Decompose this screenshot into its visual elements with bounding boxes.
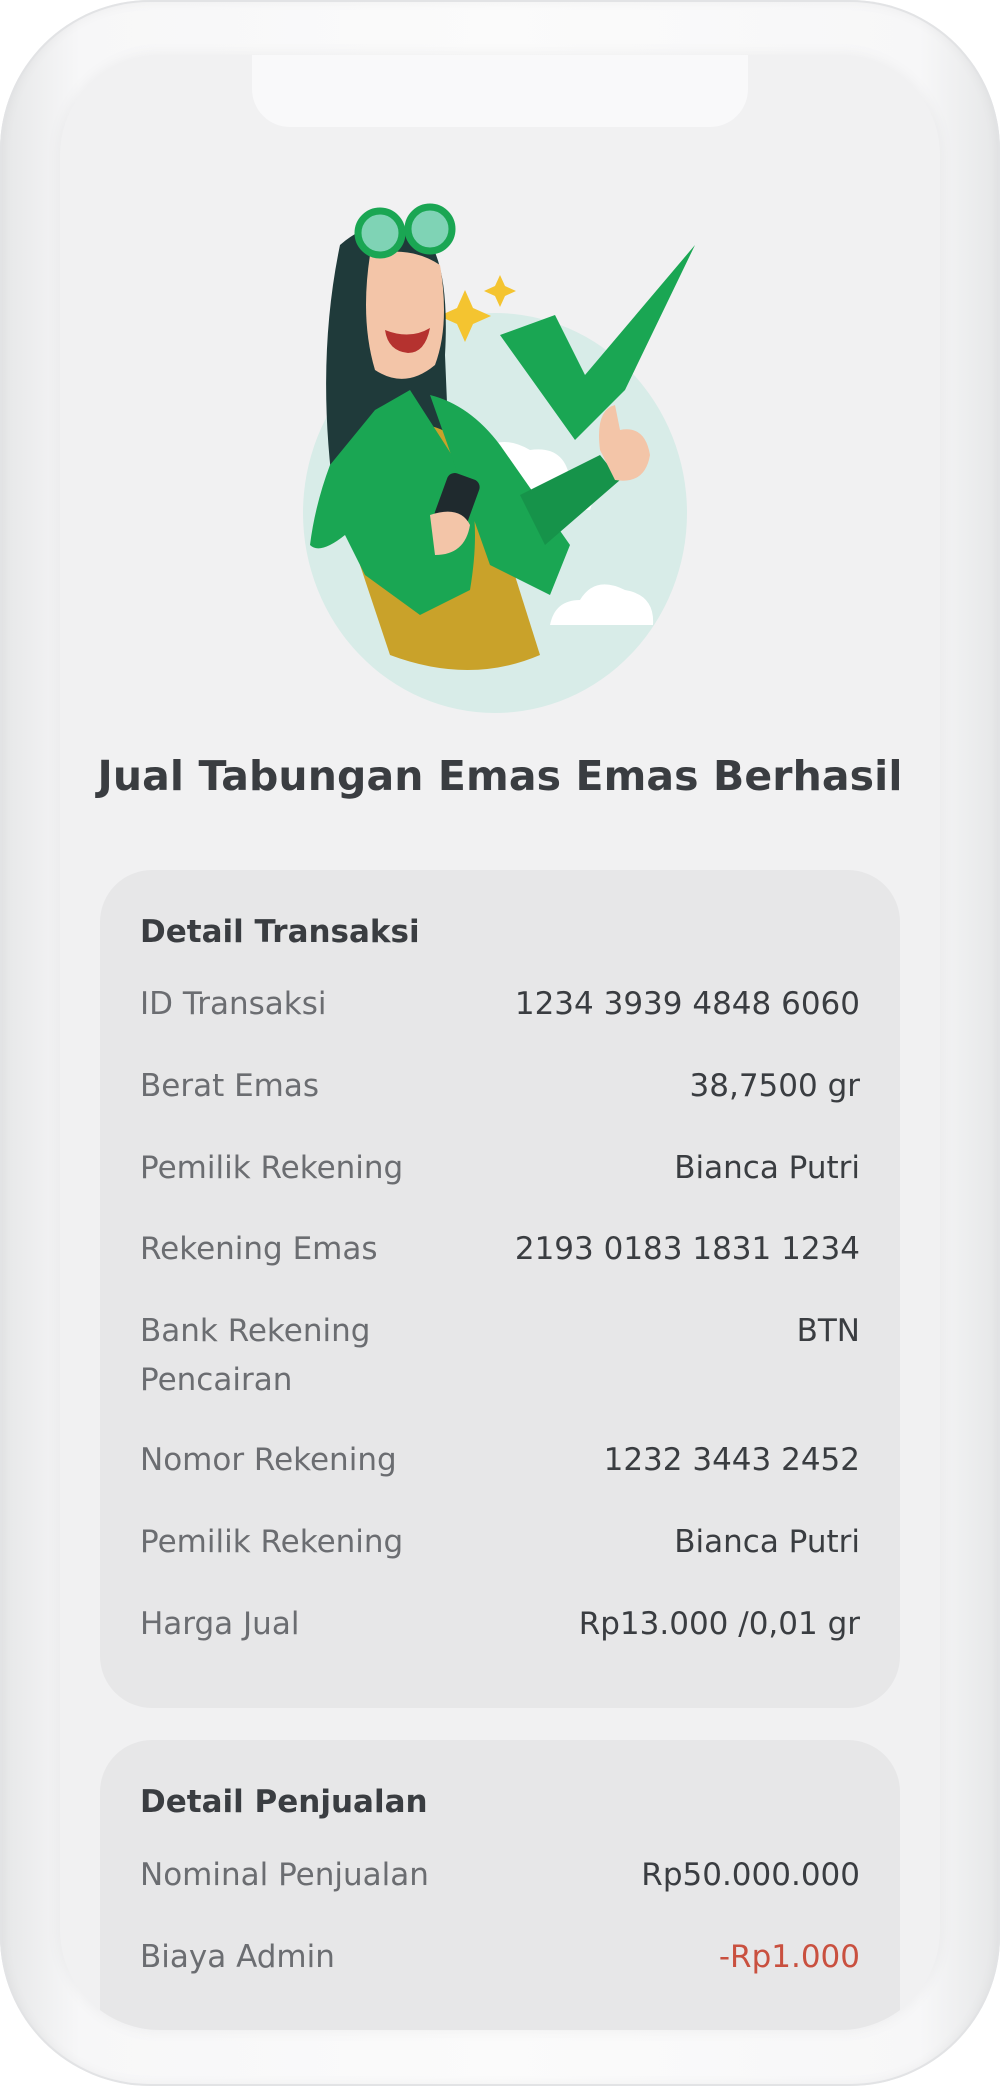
transaction-detail-card: Detail Transaksi ID Transaksi 1234 3939 … — [100, 870, 900, 1708]
account-owner-label: Pemilik Rekening — [140, 1150, 404, 1186]
success-illustration — [303, 203, 695, 713]
gold-weight-value: 38,7500 gr — [689, 1068, 860, 1104]
sale-detail-heading: Detail Penjualan — [140, 1784, 428, 1820]
face-shape — [366, 251, 444, 379]
transaction-id-value: 1234 3939 4848 6060 — [514, 986, 860, 1022]
transaction-id-label: ID Transaksi — [140, 986, 327, 1022]
account-number-value: 1232 3443 2452 — [603, 1442, 860, 1478]
sell-price-label: Harga Jual — [140, 1606, 300, 1642]
account-owner-label-2: Pemilik Rekening — [140, 1524, 404, 1560]
goggles-icon — [404, 203, 456, 255]
sale-amount-label: Nominal Penjualan — [140, 1857, 429, 1893]
notch — [252, 55, 748, 127]
gold-account-value: 2193 0183 1831 1234 — [514, 1231, 860, 1267]
payout-bank-label: Bank Rekening Pencairan — [140, 1313, 371, 1398]
sparkle-icon — [484, 275, 516, 307]
account-owner-value: Bianca Putri — [674, 1150, 860, 1186]
page-title: Jual Tabungan Emas Emas Berhasil — [97, 752, 903, 800]
sale-amount-value: Rp50.000.000 — [641, 1857, 860, 1893]
screen: Jual Tabungan Emas Emas Berhasil Detail … — [60, 55, 940, 2030]
sale-detail-card: Detail Penjualan Nominal Penjualan Rp50.… — [100, 1740, 900, 2030]
payout-bank-value: BTN — [796, 1313, 860, 1349]
account-number-label: Nomor Rekening — [140, 1442, 397, 1478]
gold-account-label: Rekening Emas — [140, 1231, 378, 1267]
account-owner-value-2: Bianca Putri — [674, 1524, 860, 1560]
admin-fee-label: Biaya Admin — [140, 1939, 335, 1975]
transaction-detail-heading: Detail Transaksi — [140, 914, 420, 950]
sell-price-value: Rp13.000 /0,01 gr — [578, 1606, 860, 1642]
gold-weight-label: Berat Emas — [140, 1068, 320, 1104]
admin-fee-value: -Rp1.000 — [718, 1939, 860, 1975]
goggles-icon — [354, 207, 406, 259]
